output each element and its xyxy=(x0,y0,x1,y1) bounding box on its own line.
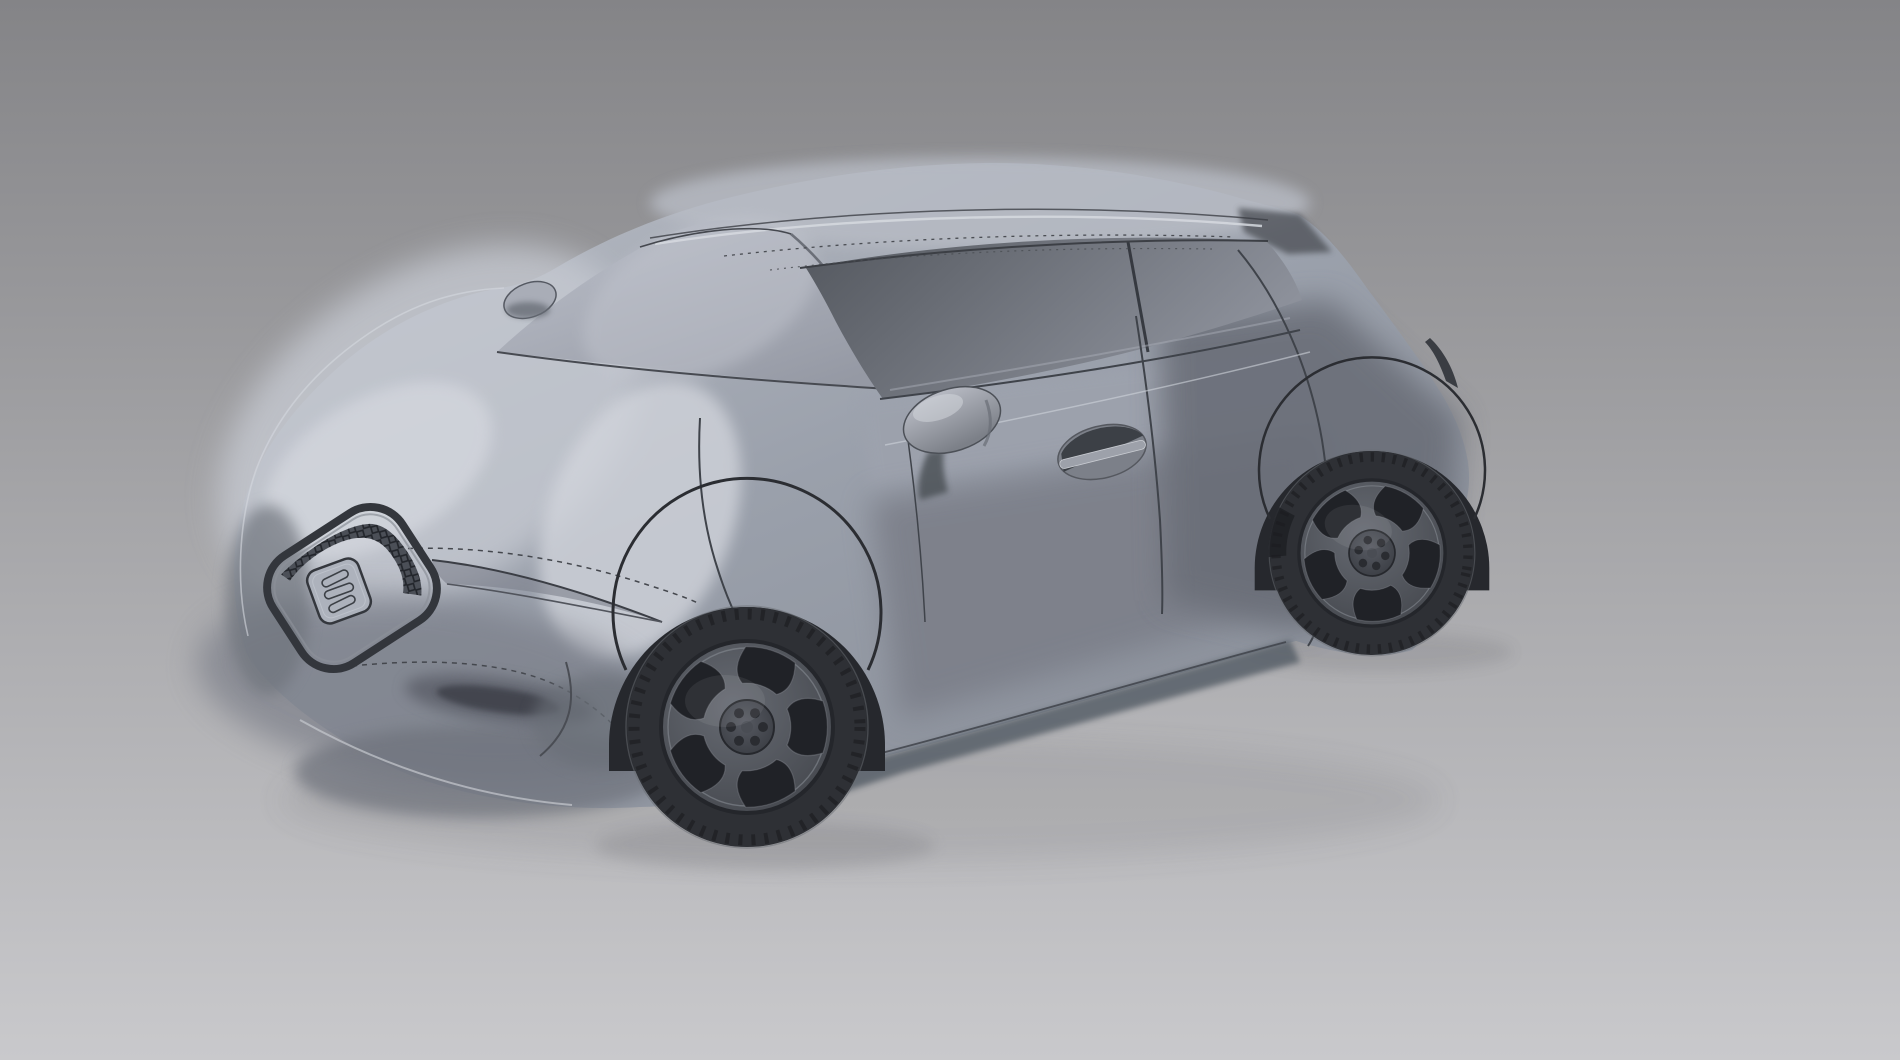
car-render-canvas xyxy=(0,0,1900,1060)
3d-viewport[interactable] xyxy=(0,0,1900,1060)
front-wheel xyxy=(626,606,868,848)
